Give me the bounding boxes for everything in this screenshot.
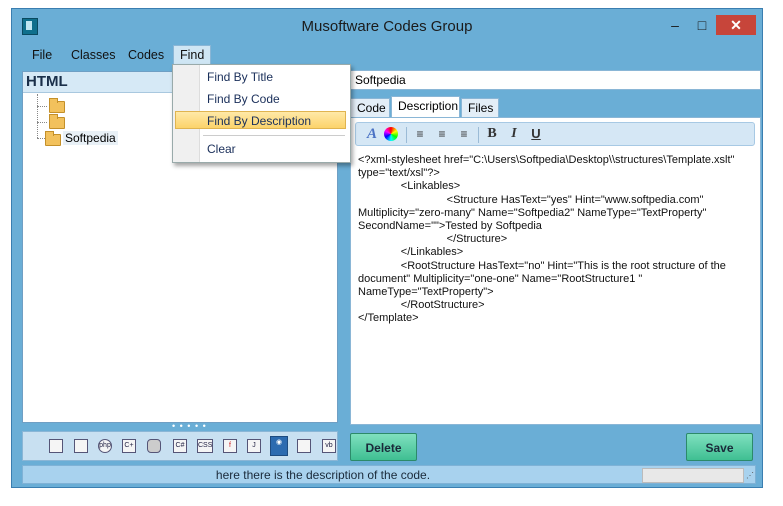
- save-button[interactable]: Save: [686, 433, 753, 461]
- tab-code[interactable]: Code: [350, 98, 390, 117]
- underline-button[interactable]: U: [528, 126, 544, 142]
- tree-node-softpedia[interactable]: Softpedia: [63, 131, 118, 145]
- color-picker-icon[interactable]: [384, 127, 398, 141]
- folder-icon[interactable]: [49, 98, 65, 113]
- italic-button[interactable]: I: [506, 126, 522, 142]
- page-icon[interactable]: [49, 439, 63, 453]
- tree-connector: [37, 94, 38, 138]
- code-line: </Structure>: [358, 233, 508, 246]
- find-menu-dropdown: Find By Title Find By Code Find By Descr…: [172, 64, 351, 163]
- code-line: <Structure HasText="yes" Hint="www.softp…: [358, 193, 710, 233]
- menu-separator: [203, 135, 345, 136]
- language-toolbar: php C+ C# CSS f J ◉ vb: [22, 431, 338, 461]
- tab-files[interactable]: Files: [461, 98, 499, 117]
- css-icon[interactable]: CSS: [197, 439, 213, 453]
- align-right-icon[interactable]: ≡: [456, 126, 472, 142]
- folder-icon[interactable]: [49, 114, 65, 129]
- description-editor[interactable]: A ≡ ≡ ≡ B I U <?xml-stylesheet href="C:\…: [350, 117, 761, 425]
- toolbar-separator: [406, 127, 407, 143]
- flash-icon[interactable]: f: [223, 439, 237, 453]
- menu-classes[interactable]: Classes: [65, 45, 121, 65]
- find-by-title-item[interactable]: Find By Title: [207, 70, 273, 84]
- maximize-button[interactable]: □: [689, 15, 715, 35]
- tab-description[interactable]: Description: [391, 96, 460, 117]
- tree-connector: [37, 122, 47, 123]
- c-plus-plus-icon[interactable]: C+: [122, 439, 136, 453]
- find-by-code-item[interactable]: Find By Code: [207, 92, 280, 106]
- align-center-icon[interactable]: ≡: [434, 126, 450, 142]
- minimize-button[interactable]: –: [662, 15, 688, 35]
- database-icon[interactable]: [147, 439, 161, 453]
- splitter-handle[interactable]: • • • • •: [22, 421, 338, 431]
- menu-find[interactable]: Find: [173, 45, 212, 65]
- c-sharp-icon[interactable]: C#: [173, 439, 187, 453]
- vb-icon[interactable]: vb: [322, 439, 336, 453]
- find-by-description-item[interactable]: Find By Description: [207, 114, 311, 128]
- progress-bar: [642, 468, 744, 483]
- search-input[interactable]: Softpedia: [350, 70, 761, 90]
- clear-item[interactable]: Clear: [207, 142, 236, 156]
- code-line: <?xml-stylesheet href="C:\Users\Softpedi…: [358, 154, 738, 180]
- html-globe-icon[interactable]: ◉: [270, 436, 288, 456]
- font-button[interactable]: A: [364, 126, 380, 142]
- resize-grip-icon[interactable]: ⋰: [746, 471, 754, 480]
- code-line: </Template>: [358, 312, 419, 325]
- folder-open-icon[interactable]: [45, 131, 61, 146]
- php-icon[interactable]: php: [98, 439, 112, 453]
- status-text: here there is the description of the cod…: [215, 468, 431, 482]
- toolbar-separator: [478, 127, 479, 143]
- description-text[interactable]: <?xml-stylesheet href="C:\Users\Softpedi…: [358, 154, 753, 326]
- format-toolbar: A ≡ ≡ ≡ B I U: [355, 122, 755, 146]
- code-line: <RootStructure HasText="no" Hint="This i…: [358, 259, 729, 299]
- close-button[interactable]: ✕: [716, 15, 756, 35]
- code-line: <Linkables>: [358, 180, 461, 193]
- menu-file[interactable]: File: [26, 45, 58, 65]
- window-title: Musoftware Codes Group: [301, 18, 473, 35]
- app-window: Musoftware Codes Group – □ ✕ File Classe…: [11, 8, 763, 488]
- java-icon[interactable]: J: [247, 439, 261, 453]
- script-icon[interactable]: [297, 439, 311, 453]
- code-line: </RootStructure>: [358, 299, 485, 312]
- menu-codes[interactable]: Codes: [122, 45, 170, 65]
- bold-button[interactable]: B: [484, 126, 500, 142]
- delete-button[interactable]: Delete: [350, 433, 417, 461]
- status-bar: here there is the description of the cod…: [22, 465, 756, 484]
- align-left-icon[interactable]: ≡: [412, 126, 428, 142]
- box-icon[interactable]: [74, 439, 88, 453]
- code-line: </Linkables>: [358, 246, 464, 259]
- tree-header-label: HTML: [26, 73, 68, 90]
- title-bar[interactable]: Musoftware Codes Group – □ ✕: [12, 9, 762, 43]
- tree-connector: [37, 106, 47, 107]
- menu-bar: File Classes Codes Find: [20, 45, 755, 65]
